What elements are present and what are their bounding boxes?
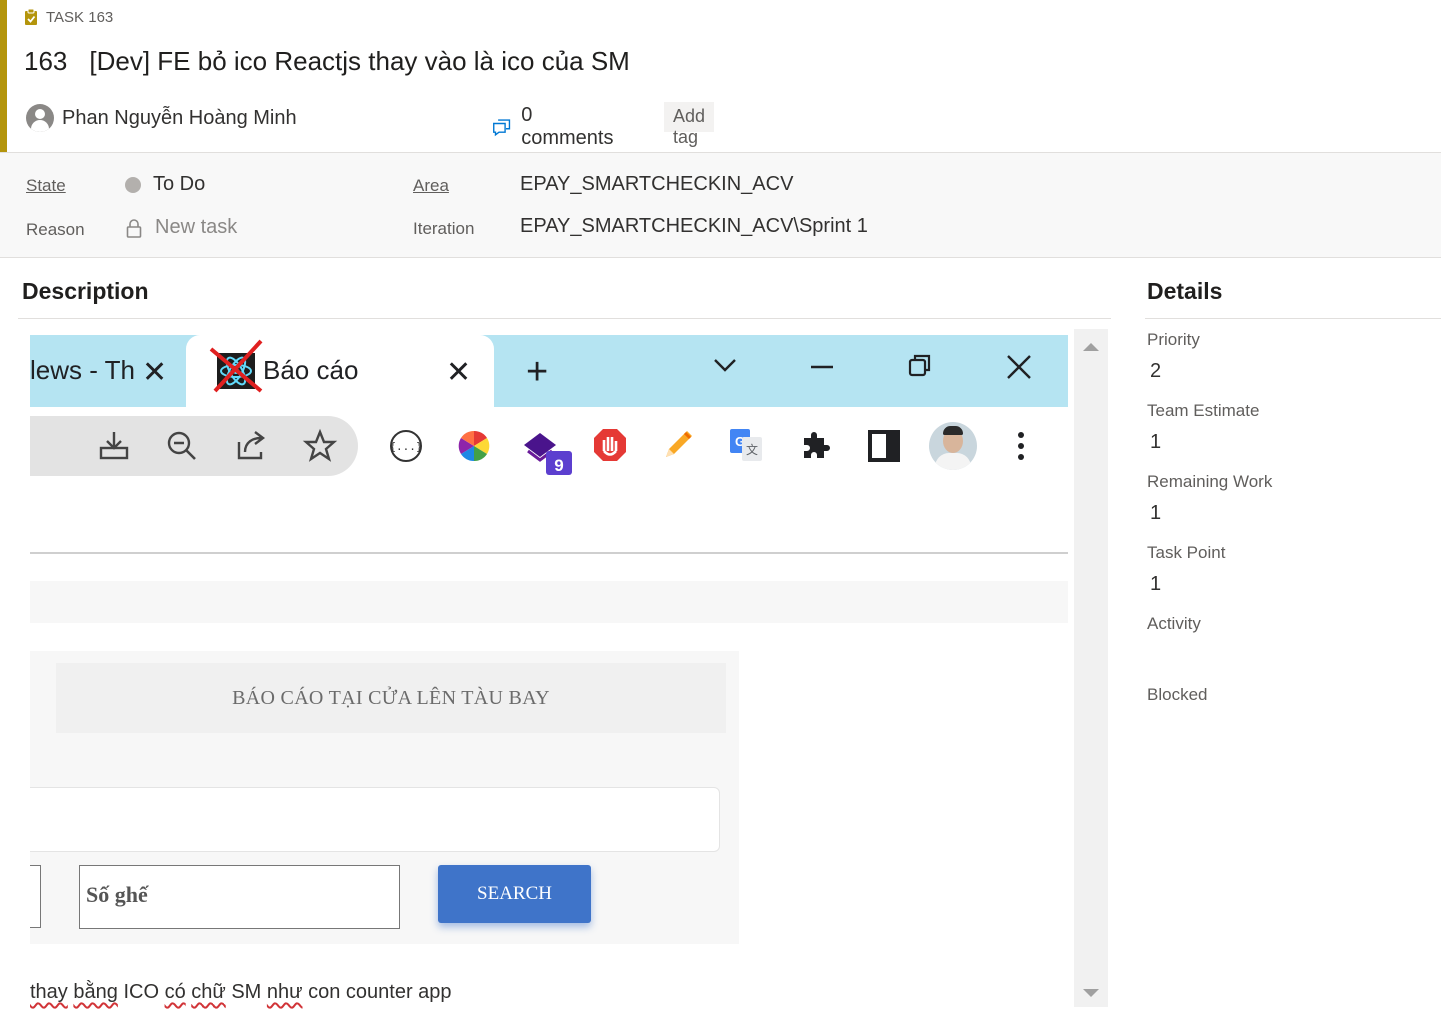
details-divider [1145, 318, 1441, 319]
activity-label: Activity [1147, 614, 1201, 633]
stack-extension-icon: 9 [524, 433, 572, 475]
work-item-title-text[interactable]: [Dev] FE bỏ ico Reactjs thay vào là ico … [89, 46, 629, 77]
color-picker-extension-icon [458, 430, 490, 462]
remaining-work-value[interactable]: 1 [1150, 502, 1161, 525]
page-divider [30, 552, 1068, 554]
left-input-stub [30, 865, 41, 928]
desc-word: như [266, 981, 303, 1003]
browser-tab-active: Báo cáo ✕ [186, 335, 494, 407]
extension-badge-count: 9 [554, 456, 563, 475]
assignee-name[interactable]: Phan Nguyễn Hoàng Minh [62, 107, 297, 130]
work-item-title[interactable]: 163 [Dev] FE bỏ ico Reactjs thay vào là … [24, 46, 630, 77]
profile-avatar [929, 422, 977, 470]
tab-close-icon: ✕ [142, 356, 168, 389]
description-scrollbar[interactable] [1074, 329, 1108, 1007]
description-screenshot-image: lews - Th ✕ Báo cáo ✕ + {...} 9 G 文 BÁO … [30, 335, 1068, 950]
reason-field: New task [125, 216, 237, 239]
activity-field[interactable] [1147, 640, 1427, 670]
team-estimate-label: Team Estimate [1147, 401, 1260, 420]
work-item-id: 163 [24, 46, 68, 76]
search-button: SEARCH [438, 865, 591, 923]
team-estimate-value[interactable]: 1 [1150, 431, 1161, 454]
priority-label: Priority [1147, 330, 1200, 349]
share-icon [237, 431, 265, 460]
add-tag-button[interactable]: Add tag [664, 102, 715, 147]
active-tab-title: Báo cáo [263, 355, 359, 385]
details-heading: Details [1147, 278, 1223, 304]
svg-text:{...}: {...} [389, 440, 422, 453]
work-item-fields: State To Do Reason New task Area EPAY_SM… [0, 152, 1441, 258]
side-panel-icon [868, 430, 900, 462]
comments-count[interactable]: 0 comments [521, 104, 616, 150]
blocked-field[interactable] [1147, 711, 1427, 741]
state-value[interactable]: To Do [153, 173, 205, 196]
seat-number-input: Số ghế [79, 865, 400, 929]
avatar [26, 104, 54, 132]
desc-word: SM [231, 981, 262, 1003]
minimize-icon [811, 365, 833, 369]
description-heading: Description [22, 278, 149, 304]
reason-label: Reason [26, 220, 85, 239]
work-item-type-label: TASK 163 [46, 8, 114, 26]
report-heading: BÁO CÁO TẠI CỬA LÊN TÀU BAY [56, 663, 726, 733]
blocked-label: Blocked [1147, 685, 1208, 704]
state-field[interactable]: To Do [125, 173, 205, 196]
new-tab-icon: + [526, 351, 549, 393]
browser-toolbar: {...} 9 G 文 [30, 407, 1068, 487]
close-window-icon [1007, 355, 1031, 379]
browser-tabbar: lews - Th ✕ Báo cáo ✕ + [30, 335, 1068, 407]
report-filter-input [30, 787, 720, 852]
iteration-value[interactable]: EPAY_SMARTCHECKIN_ACV\Sprint 1 [520, 215, 868, 238]
tab-close-icon: ✕ [446, 356, 472, 389]
desc-word: chữ [191, 981, 226, 1003]
meta-row: Phan Nguyễn Hoàng Minh 0 comments Add ta… [26, 102, 715, 149]
reason-value: New task [155, 216, 238, 238]
adblock-extension-icon [594, 429, 626, 461]
bookmark-star-icon [302, 428, 338, 462]
page-grey-bar [30, 581, 1068, 623]
svg-text:文: 文 [746, 442, 758, 457]
restore-icon [908, 354, 931, 377]
desc-word: ICO [123, 981, 159, 1003]
comments-link[interactable]: 0 comments [492, 104, 616, 150]
work-item-header: TASK 163 163 [Dev] FE bỏ ico Reactjs tha… [0, 0, 1441, 152]
priority-value[interactable]: 2 [1150, 360, 1161, 383]
task-point-value[interactable]: 1 [1150, 573, 1161, 596]
state-dot-icon [125, 176, 141, 193]
install-app-icon [99, 432, 129, 460]
omnibox [30, 416, 358, 476]
remaining-work-label: Remaining Work [1147, 472, 1273, 491]
task-clipboard-icon [25, 8, 37, 25]
chevron-down-icon [714, 359, 736, 372]
description-text[interactable]: thay bằng ICO có chữ SM như con counter … [30, 981, 452, 1004]
report-panel: BÁO CÁO TẠI CỬA LÊN TÀU BAY Số ghế SEARC… [30, 651, 739, 944]
inactive-tab-title: lews - Th [30, 355, 135, 385]
browser-tab-inactive: lews - Th [30, 355, 135, 386]
work-item-type-color-bar [0, 0, 7, 152]
zoom-out-icon [167, 431, 196, 460]
desc-word: có [164, 981, 186, 1003]
comments-icon [493, 119, 511, 137]
state-label: State [26, 176, 66, 195]
scroll-down-icon[interactable] [1083, 989, 1099, 997]
iteration-label: Iteration [413, 219, 475, 238]
json-viewer-extension-icon: {...} [389, 430, 423, 462]
more-menu-icon [1018, 432, 1024, 460]
desc-word: thay [30, 981, 68, 1003]
scroll-up-icon[interactable] [1083, 343, 1099, 351]
desc-word: con counter app [308, 981, 452, 1003]
assignee[interactable]: Phan Nguyễn Hoàng Minh [26, 104, 297, 132]
lock-icon [126, 218, 142, 238]
google-translate-extension-icon: G 文 [730, 429, 762, 461]
react-crossed-out-icon [209, 339, 263, 393]
work-item-type: TASK 163 [24, 8, 113, 26]
desc-word: bằng [73, 981, 118, 1003]
area-value[interactable]: EPAY_SMARTCHECKIN_ACV [520, 173, 793, 196]
description-divider [18, 318, 1111, 319]
pencil-extension-icon [666, 431, 692, 457]
extensions-puzzle-icon [804, 432, 830, 458]
area-label: Area [413, 176, 449, 195]
task-point-label: Task Point [1147, 543, 1226, 562]
